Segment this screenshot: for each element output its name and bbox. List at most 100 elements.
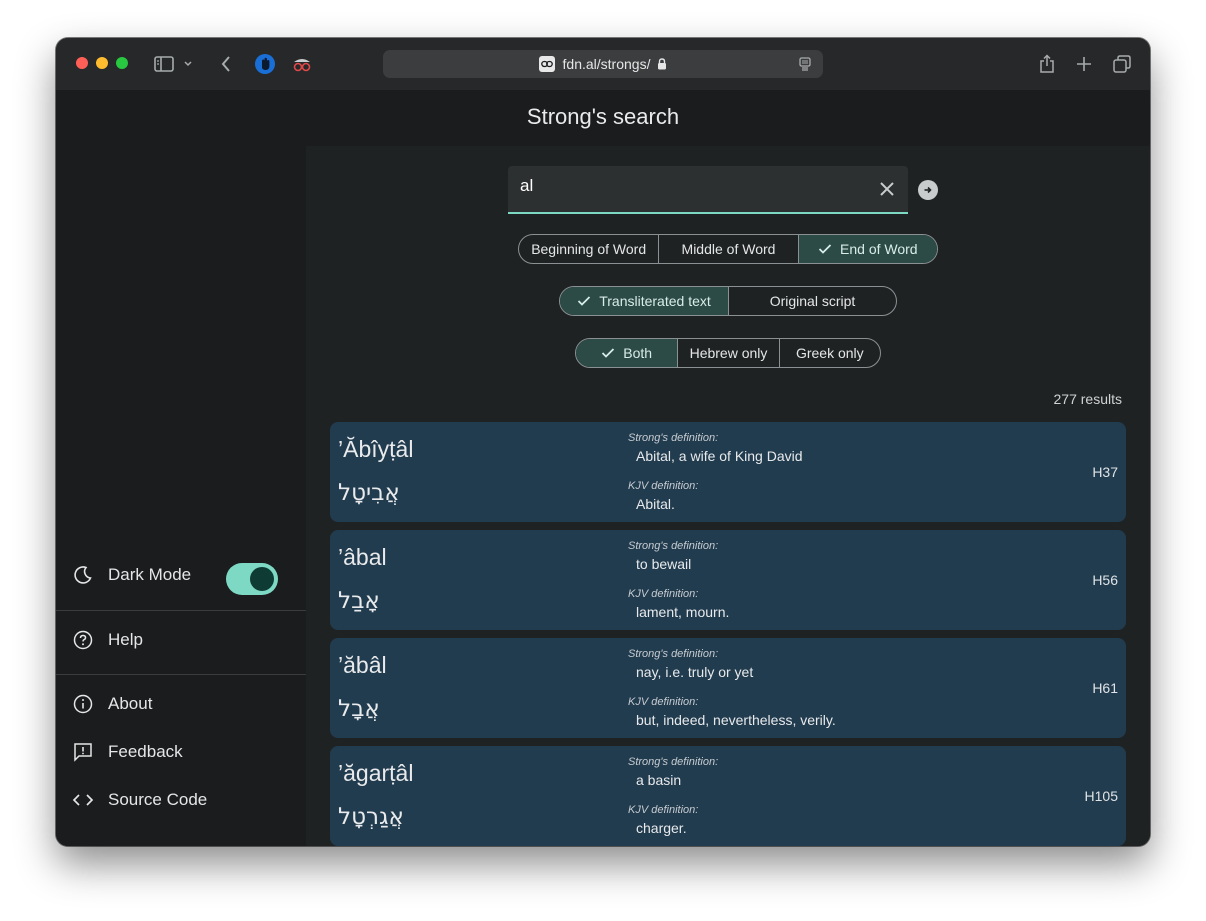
check-icon (577, 295, 591, 307)
transliteration: ’âbal (338, 544, 387, 570)
kjv-definition: but, indeed, nevertheless, verily. (636, 712, 836, 728)
strongs-number: H56 (1092, 572, 1118, 588)
filter-original-script[interactable]: Original script (728, 287, 896, 315)
chevron-down-icon[interactable] (180, 52, 196, 76)
strongs-definition: nay, i.e. truly or yet (636, 664, 754, 680)
filter-middle-of-word[interactable]: Middle of Word (658, 235, 797, 263)
transliteration: ’ăgarṭâl (338, 760, 414, 786)
original-script-word: אֲבָל (338, 696, 380, 722)
search-input[interactable] (520, 174, 860, 198)
result-card[interactable]: ’ăgarṭâl אֲגַרְטָל Strong's definition: … (330, 746, 1126, 846)
sidebar-item-about[interactable]: About (72, 693, 152, 715)
dark-mode-toggle[interactable] (226, 563, 278, 595)
result-card[interactable]: ’âbal אָבַל Strong's definition: to bewa… (330, 530, 1126, 630)
filter-end-of-word[interactable]: End of Word (797, 235, 937, 263)
strongs-number: H37 (1092, 464, 1118, 480)
help-circle-icon (72, 629, 94, 651)
filter-label: Original script (769, 293, 856, 309)
dark-mode-row: Dark Mode (72, 564, 191, 586)
reader-view-icon[interactable] (799, 57, 811, 71)
strongs-definition-label: Strong's definition: (628, 540, 719, 552)
share-icon[interactable] (1035, 52, 1059, 76)
check-icon (601, 347, 615, 359)
back-icon[interactable] (214, 52, 238, 76)
strongs-number: H61 (1092, 680, 1118, 696)
transliteration: ’Ăbîyṭâl (338, 436, 414, 462)
filter-label: Hebrew only (689, 345, 768, 361)
filter-label: Middle of Word (681, 241, 776, 257)
lock-icon (657, 58, 667, 70)
filter-label: Beginning of Word (531, 241, 647, 257)
tab-overview-icon[interactable] (1110, 52, 1134, 76)
sidebar-item-help[interactable]: Help (72, 629, 143, 651)
sidebar: Dark Mode Help About Feedback Source Cod… (56, 146, 306, 846)
sidebar-item-label: Source Code (108, 790, 208, 809)
filter-transliterated-text[interactable]: Transliterated text (560, 287, 728, 315)
site-favicon-icon (538, 56, 555, 72)
sidebar-toggle-icon[interactable] (152, 52, 176, 76)
word-position-filter: Beginning of Word Middle of Word End of … (518, 234, 938, 264)
kjv-definition-label: KJV definition: (628, 804, 699, 816)
strongs-definition-label: Strong's definition: (628, 756, 719, 768)
spy-extension-icon[interactable] (290, 52, 314, 76)
kjv-definition-label: KJV definition: (628, 480, 699, 492)
sidebar-divider (56, 674, 306, 675)
address-bar[interactable]: fdn.al/strongs/ (383, 50, 823, 78)
sidebar-item-label: About (108, 694, 153, 713)
result-card[interactable]: ’ăbâl אֲבָל Strong's definition: nay, i.… (330, 638, 1126, 738)
new-tab-icon[interactable] (1072, 52, 1096, 76)
sidebar-item-label: Help (108, 630, 143, 649)
kjv-definition-label: KJV definition: (628, 588, 699, 600)
strongs-number: H105 (1084, 788, 1118, 804)
browser-window: fdn.al/strongs/ Strong's search Dark Mod… (56, 38, 1150, 846)
feedback-icon (72, 741, 94, 763)
filter-both[interactable]: Both (576, 339, 678, 367)
sidebar-item-feedback[interactable]: Feedback (72, 741, 183, 763)
minimize-window-button[interactable] (96, 57, 108, 69)
page-title: Strong's search (526, 104, 680, 129)
search-panel: Beginning of Word Middle of Word End of … (306, 146, 1150, 846)
sidebar-divider (56, 610, 306, 611)
dark-mode-label: Dark Mode (108, 565, 192, 584)
page-content: Strong's search Dark Mode Help About Fee… (56, 90, 1150, 846)
strongs-definition-label: Strong's definition: (628, 432, 719, 444)
submit-search-button[interactable] (918, 180, 938, 200)
kjv-definition: lament, mourn. (636, 604, 730, 620)
kjv-definition-label: KJV definition: (628, 696, 699, 708)
info-icon (72, 693, 94, 715)
results-count: 277 results (1053, 391, 1122, 407)
filter-hebrew-only[interactable]: Hebrew only (677, 339, 778, 367)
zoom-window-button[interactable] (116, 57, 128, 69)
kjv-definition: charger. (636, 820, 687, 836)
url-text: fdn.al/strongs/ (562, 56, 651, 72)
language-filter: Both Hebrew only Greek only (575, 338, 881, 368)
filter-greek-only[interactable]: Greek only (778, 339, 880, 367)
strongs-definition: to bewail (636, 556, 692, 572)
original-script-word: אֲגַרְטָל (338, 804, 404, 830)
strongs-definition-label: Strong's definition: (628, 648, 719, 660)
code-icon (72, 789, 94, 811)
search-field[interactable] (508, 166, 908, 214)
clear-search-icon[interactable] (876, 178, 898, 200)
result-card[interactable]: ’Ăbîyṭâl אֲבִיטָל Strong's definition: A… (330, 422, 1126, 522)
strongs-definition: a basin (636, 772, 682, 788)
filter-label: Greek only (795, 345, 864, 361)
strongs-definition: Abital, a wife of King David (636, 448, 803, 464)
kjv-definition: Abital. (636, 496, 675, 512)
arrow-right-icon (924, 186, 932, 194)
original-script-word: אֲבִיטָל (338, 480, 400, 506)
filter-label: Transliterated text (599, 293, 711, 309)
close-window-button[interactable] (76, 57, 88, 69)
sidebar-item-label: Feedback (108, 742, 183, 761)
check-icon (818, 243, 832, 255)
filter-label: End of Word (840, 241, 918, 257)
filter-beginning-of-word[interactable]: Beginning of Word (519, 235, 658, 263)
original-script-word: אָבַל (338, 588, 380, 614)
transliteration: ’ăbâl (338, 652, 387, 678)
moon-icon (72, 564, 94, 586)
sidebar-item-source-code[interactable]: Source Code (72, 789, 207, 811)
toggle-knob (250, 567, 274, 591)
privacy-extension-icon[interactable] (253, 52, 277, 76)
script-filter: Transliterated text Original script (559, 286, 897, 316)
filter-label: Both (623, 345, 653, 361)
